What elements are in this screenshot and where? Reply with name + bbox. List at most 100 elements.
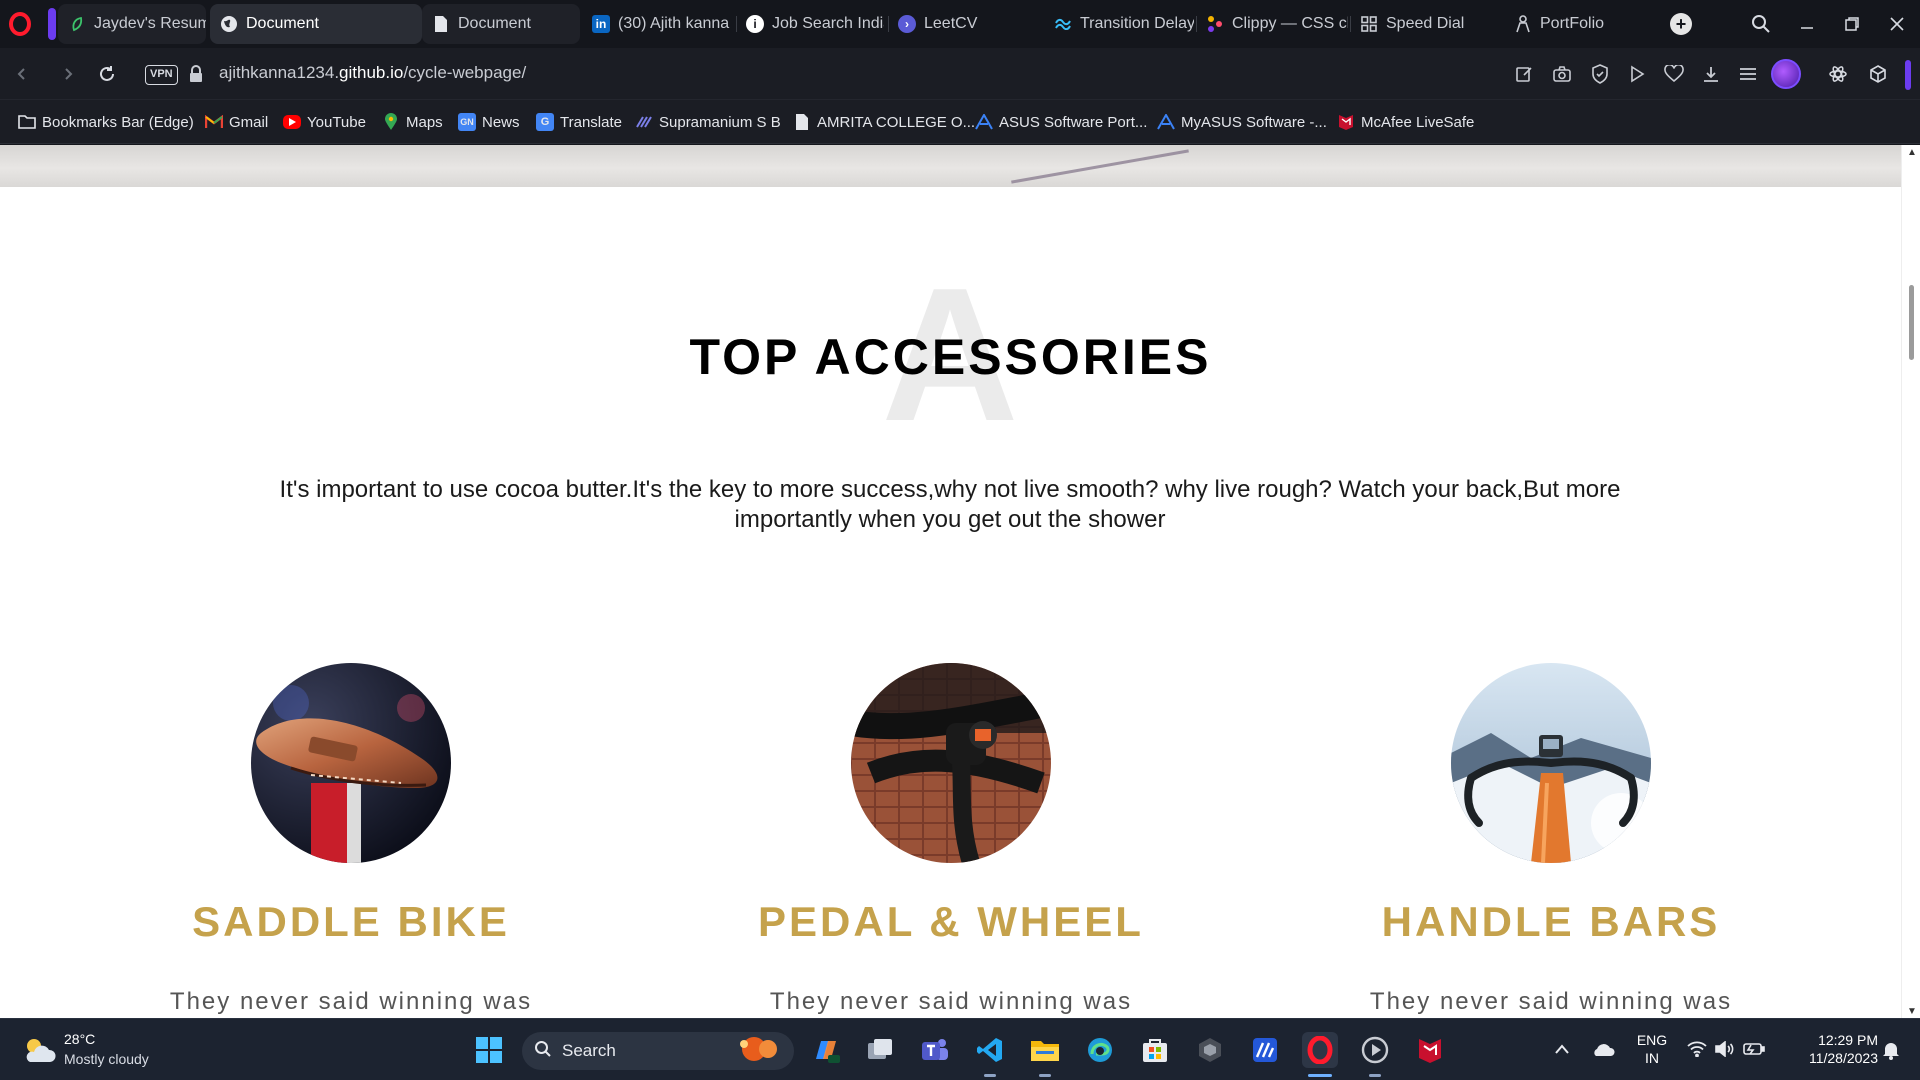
- page-scrollbar[interactable]: ▲ ▼: [1901, 145, 1920, 1018]
- wifi-icon[interactable]: [1686, 1039, 1708, 1059]
- taskbar-search-box[interactable]: Search: [522, 1032, 794, 1070]
- bookmark-amrita[interactable]: AMRITA COLLEGE O...: [793, 112, 975, 132]
- tab-document-active[interactable]: Document: [210, 4, 422, 44]
- mcafee-taskbar-icon[interactable]: [1412, 1032, 1448, 1068]
- tab-leetcv[interactable]: › LeetCV: [888, 4, 1038, 44]
- bookmark-bookmarks-bar-edge[interactable]: Bookmarks Bar (Edge): [18, 112, 194, 132]
- media-player-icon[interactable]: [1357, 1032, 1393, 1068]
- page-icon: [432, 15, 450, 33]
- tab-linkedin[interactable]: in (30) Ajith kanna T: [582, 4, 732, 44]
- weather-description[interactable]: Mostly cloudy: [64, 1051, 149, 1067]
- tab-portfolio[interactable]: PortFolio: [1504, 4, 1654, 44]
- new-tab-button[interactable]: +: [1670, 13, 1692, 35]
- teams-icon[interactable]: [917, 1032, 953, 1068]
- close-icon[interactable]: [1881, 8, 1913, 40]
- bookmark-label: ASUS Software Port...: [999, 113, 1148, 131]
- download-icon[interactable]: [1697, 60, 1725, 88]
- scroll-down-icon[interactable]: ▼: [1906, 1006, 1918, 1017]
- taskbar-clock[interactable]: 12:29 PM 11/28/2023: [1778, 1031, 1878, 1067]
- easy-setup-icon[interactable]: [1734, 60, 1762, 88]
- tab-document[interactable]: Document: [422, 4, 580, 44]
- weather-cloud-icon[interactable]: [22, 1036, 56, 1064]
- globe-icon: [220, 15, 238, 33]
- copilot-icon[interactable]: [808, 1032, 844, 1068]
- microsoft-store-icon[interactable]: [1137, 1032, 1173, 1068]
- scrollbar-thumb[interactable]: [1909, 285, 1914, 360]
- file-explorer-icon[interactable]: [1027, 1032, 1063, 1068]
- tab-speed-dial[interactable]: Speed Dial: [1350, 4, 1500, 44]
- task-view-icon[interactable]: [862, 1032, 898, 1068]
- tab-transition-delay[interactable]: Transition Delay -: [1044, 4, 1194, 44]
- address-bar: VPN ajithkanna1234.github.io/cycle-webpa…: [0, 48, 1920, 100]
- battery-icon[interactable]: [1742, 1039, 1766, 1059]
- card-text: They never said winning was: [769, 988, 1133, 1015]
- minimize-icon[interactable]: [1791, 8, 1823, 40]
- hero-image-detail: [1011, 149, 1189, 184]
- vpn-badge[interactable]: VPN: [145, 65, 178, 85]
- heart-icon[interactable]: [1660, 60, 1688, 88]
- lock-icon[interactable]: [188, 64, 204, 84]
- restore-icon[interactable]: [1836, 8, 1868, 40]
- gmail-icon: [205, 113, 223, 131]
- clock-date: 11/28/2023: [1808, 1050, 1878, 1066]
- opera-logo-icon[interactable]: [8, 12, 32, 36]
- search-highlight-icon: [730, 1034, 786, 1069]
- weather-temperature[interactable]: 28°C: [64, 1031, 95, 1047]
- tab-bar: Jaydev's Resume Document Document in (30…: [0, 0, 1920, 48]
- forward-icon[interactable]: [52, 58, 84, 90]
- play-icon[interactable]: [1623, 60, 1651, 88]
- tab-clippy[interactable]: Clippy — CSS clip: [1196, 4, 1348, 44]
- edit-page-icon[interactable]: [1510, 60, 1538, 88]
- url-prefix: ajithkanna1234.: [219, 63, 340, 82]
- page-icon: [793, 113, 811, 131]
- language-code: ENG: [1636, 1032, 1668, 1048]
- bookmark-label: News: [482, 113, 520, 131]
- bookmark-myasus[interactable]: MyASUS Software -...: [1157, 112, 1327, 132]
- info-icon: i: [746, 15, 764, 33]
- tab-label: LeetCV: [924, 15, 978, 32]
- armoury-crate-icon[interactable]: [1192, 1032, 1228, 1068]
- edge-icon[interactable]: [1082, 1032, 1118, 1068]
- youtube-icon: [283, 115, 301, 129]
- url-domain: github.io: [339, 63, 404, 82]
- language-indicator[interactable]: ENG IN: [1632, 1031, 1672, 1067]
- shield-icon[interactable]: [1586, 60, 1614, 88]
- myasus-icon[interactable]: [1247, 1032, 1283, 1068]
- bookmark-translate[interactable]: G Translate: [536, 112, 622, 132]
- windows-start-icon[interactable]: [471, 1032, 507, 1068]
- bookmark-supramanium[interactable]: Supramanium S B: [635, 112, 781, 132]
- volume-icon[interactable]: [1714, 1039, 1736, 1059]
- tab-jaydev-resume[interactable]: Jaydev's Resume: [58, 4, 206, 44]
- search-tabs-icon[interactable]: [1745, 8, 1777, 40]
- tab-label: Document: [246, 15, 319, 32]
- reload-icon[interactable]: [91, 58, 123, 90]
- extensions-cube-icon[interactable]: [1864, 60, 1892, 88]
- aria-icon[interactable]: [1824, 60, 1852, 88]
- card-title: SADDLE BIKE: [192, 898, 510, 945]
- bookmark-label: AMRITA COLLEGE O...: [817, 113, 976, 131]
- notification-bell-icon[interactable]: [1880, 1039, 1902, 1061]
- bookmark-mcafee[interactable]: McAfee LiveSafe: [1337, 112, 1474, 132]
- chevron-up-icon[interactable]: [1552, 1039, 1572, 1059]
- link-icon: [635, 113, 653, 131]
- hero-image-bottom: [0, 145, 1901, 187]
- bookmark-youtube[interactable]: YouTube: [283, 112, 366, 132]
- vscode-icon[interactable]: [972, 1032, 1008, 1068]
- url-field[interactable]: ajithkanna1234.github.io/cycle-webpage/: [219, 63, 526, 83]
- tab-job-search[interactable]: i Job Search India |: [736, 4, 884, 44]
- bookmark-asus-portal[interactable]: ASUS Software Port...: [975, 112, 1147, 132]
- bookmark-gmail[interactable]: Gmail: [205, 112, 268, 132]
- back-icon[interactable]: [6, 58, 38, 90]
- bookmarks-bar: Bookmarks Bar (Edge) Gmail YouTube Maps …: [0, 100, 1920, 144]
- profile-avatar[interactable]: [1771, 59, 1801, 89]
- onedrive-cloud-icon[interactable]: [1590, 1039, 1616, 1059]
- bookmark-maps[interactable]: Maps: [382, 112, 443, 132]
- scroll-up-icon[interactable]: ▲: [1906, 147, 1918, 158]
- bookmark-label: YouTube: [307, 113, 366, 131]
- leaf-icon: [68, 15, 86, 33]
- opera-taskbar-icon[interactable]: [1302, 1032, 1338, 1068]
- workspace-indicator[interactable]: [48, 8, 56, 40]
- camera-icon[interactable]: [1548, 60, 1576, 88]
- card-text: They never said winning was: [169, 988, 533, 1015]
- bookmark-news[interactable]: GN News: [458, 112, 520, 132]
